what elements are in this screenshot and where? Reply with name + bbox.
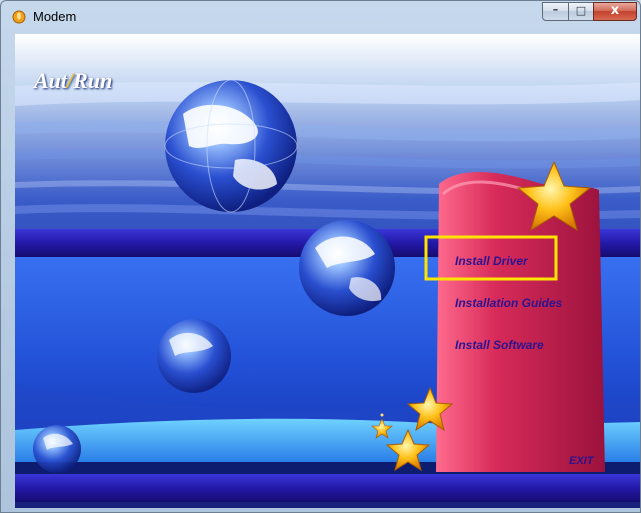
menu-panel — [436, 172, 605, 472]
installation-guides-link[interactable]: Installation Guides — [455, 296, 562, 310]
window-title: Modem — [33, 9, 77, 24]
autorun-logo: Aut/Run — [34, 68, 112, 94]
install-driver-link[interactable]: Install Driver — [455, 254, 528, 268]
autorun-background — [15, 34, 640, 508]
logo-left: Aut — [34, 68, 68, 93]
globe-medium — [299, 220, 395, 316]
minimize-button[interactable]: – — [542, 2, 569, 21]
globe-small — [157, 319, 231, 393]
exit-link[interactable]: EXIT — [569, 455, 593, 467]
close-icon: x — [610, 3, 620, 18]
logo-right: Run — [73, 68, 113, 93]
modem-app-icon — [12, 10, 26, 24]
title-bar[interactable]: Modem – □ x — [1, 1, 640, 33]
maximize-icon: □ — [575, 4, 587, 17]
maximize-button[interactable]: □ — [568, 2, 594, 21]
autorun-content: Aut/Run Install Driver Installation Guid… — [15, 34, 640, 508]
close-button[interactable]: x — [593, 2, 637, 21]
minimize-icon: – — [552, 3, 559, 16]
globe-tiny — [33, 425, 81, 473]
autorun-window: Modem – □ x Aut/Run Install Driver Insta… — [0, 0, 641, 513]
install-software-link[interactable]: Install Software — [455, 338, 544, 352]
globe-large — [164, 79, 298, 213]
